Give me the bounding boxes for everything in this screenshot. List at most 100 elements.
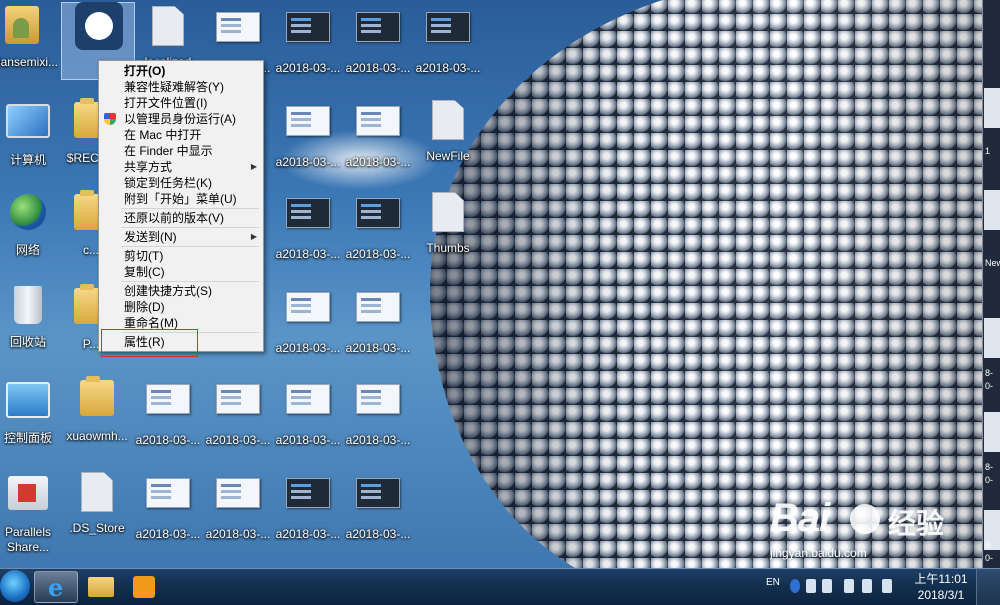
help-icon[interactable] — [790, 579, 800, 593]
desktop-icon-screenshot[interactable]: a2018-03-... — [272, 376, 344, 448]
language-indicator[interactable]: EN — [766, 577, 780, 588]
menu-item-delete[interactable]: 删除(D) — [99, 299, 263, 315]
watermark-url: jingyan.baidu.com — [770, 546, 867, 560]
desktop-icon-screenshot[interactable]: a2018-03-... — [342, 376, 414, 448]
image-thumbnail-icon — [356, 106, 400, 152]
desktop-icon-screenshot[interactable]: a2018-03-... — [202, 470, 274, 542]
desktop[interactable]: 1 New 8- 0- 8- 0- 8- 0- iansemixi... loc… — [0, 0, 1000, 568]
desktop-icon-screenshot[interactable]: a2018-03-... — [272, 190, 344, 262]
menu-separator — [121, 281, 259, 282]
icon-label: a2018-03-... — [205, 527, 271, 541]
context-menu[interactable]: 打开(O) 兼容性疑难解答(Y) 打开文件位置(I) 以管理员身份运行(A) 在… — [98, 60, 264, 352]
file-icon — [426, 192, 470, 238]
desktop-icon-screenshot[interactable]: a2018-03-... — [342, 98, 414, 170]
desktop-icon-newfile[interactable]: NewFile — [412, 98, 484, 164]
desktop-icon-selected-shortcut[interactable] — [61, 2, 133, 52]
image-thumbnail-icon — [286, 12, 330, 58]
file-icon — [146, 6, 190, 52]
media-player-taskbar-icon[interactable] — [124, 571, 166, 601]
parallels-icon — [6, 476, 50, 522]
desktop-icon-screenshot[interactable]: a2018-03-... — [272, 284, 344, 356]
file-icon — [75, 472, 119, 518]
icon-label: a2018-03-... — [345, 247, 411, 261]
image-thumbnail-icon — [216, 12, 260, 58]
desktop-icon-screenshot[interactable]: a2018-03-... — [132, 376, 204, 448]
volume-icon[interactable] — [882, 579, 892, 593]
desktop-icon-screenshot[interactable]: a2018-03-... — [342, 190, 414, 262]
show-desktop-button[interactable] — [976, 569, 1000, 605]
icon-label: iansemixi... — [0, 55, 58, 69]
file-explorer-taskbar-icon[interactable] — [80, 571, 122, 601]
flag-icon[interactable] — [822, 579, 832, 593]
menu-item-open-in-mac[interactable]: 在 Mac 中打开 — [99, 127, 263, 143]
menu-item-share-with[interactable]: 共享方式 ▶ — [99, 159, 263, 175]
menu-item-create-shortcut[interactable]: 创建快捷方式(S) — [99, 283, 263, 299]
icon-label: Thumbs — [426, 241, 470, 255]
folder-icon — [75, 376, 119, 426]
icon-label: a2018-03-... — [275, 155, 341, 169]
desktop-icon-screenshot[interactable]: a2018-03-... — [342, 284, 414, 356]
strip-text: 0- — [985, 553, 994, 563]
image-thumbnail-icon — [286, 292, 330, 338]
desktop-icon-user-folder[interactable]: iansemixi... — [0, 4, 58, 70]
menu-item-restore-previous-versions[interactable]: 还原以前的版本(V) — [99, 210, 263, 226]
desktop-icon-thumbs[interactable]: Thumbs — [412, 190, 484, 256]
system-tray[interactable]: EN — [766, 569, 916, 605]
icon-label: NewFile — [426, 149, 470, 163]
image-thumbnail-icon — [216, 478, 260, 524]
menu-item-send-to[interactable]: 发送到(N) ▶ — [99, 229, 263, 245]
menu-item-cut[interactable]: 剪切(T) — [99, 248, 263, 264]
strip-text: 0- — [985, 381, 994, 391]
taskbar[interactable]: EN 上午11:01 2018/3/1 — [0, 568, 1000, 605]
icon-label: a2018-03-... — [275, 433, 341, 447]
menu-separator — [121, 246, 259, 247]
strip-text: 0- — [985, 475, 994, 485]
image-thumbnail-icon — [426, 12, 470, 58]
strip-window-thumb — [984, 88, 1000, 128]
desktop-icon-screenshot[interactable]: a2018-03-... — [272, 470, 344, 542]
icon-label: a2018-03-... — [135, 527, 201, 541]
icon-label: a2018-03-... — [345, 155, 411, 169]
network-status-icon[interactable] — [862, 579, 872, 593]
image-thumbnail-icon — [356, 384, 400, 430]
desktop-icon-screenshot[interactable]: a2018-03-... — [132, 470, 204, 542]
image-thumbnail-icon — [356, 478, 400, 524]
image-thumbnail-icon — [286, 478, 330, 524]
menu-item-copy[interactable]: 复制(C) — [99, 264, 263, 280]
desktop-icon-screenshot[interactable]: a2018-03-... — [272, 98, 344, 170]
icon-label: xuaowmh... — [66, 429, 128, 443]
menu-item-open[interactable]: 打开(O) — [99, 63, 263, 79]
battery-icon[interactable] — [844, 579, 854, 593]
desktop-icon-parallels-shared[interactable]: Parallels Share... — [0, 470, 64, 555]
desktop-icon-screenshot[interactable]: a2018-03-... — [342, 4, 414, 76]
image-thumbnail-icon — [356, 198, 400, 244]
image-thumbnail-icon — [356, 292, 400, 338]
menu-item-show-in-finder[interactable]: 在 Finder 中显示 — [99, 143, 263, 159]
menu-item-compatibility-troubleshoot[interactable]: 兼容性疑难解答(Y) — [99, 79, 263, 95]
desktop-icon-screenshot[interactable]: a2018-03-... — [202, 376, 274, 448]
menu-item-pin-to-start[interactable]: 附到「开始」菜单(U) — [99, 191, 263, 207]
desktop-icon-screenshot[interactable]: a2018-03-... — [272, 4, 344, 76]
desktop-icon-control-panel[interactable]: 控制面板 — [0, 376, 64, 446]
icon-label: a2018-03-... — [345, 341, 411, 355]
image-thumbnail-icon — [286, 198, 330, 244]
internet-explorer-taskbar-icon[interactable] — [34, 571, 78, 603]
desktop-icon-ds-store[interactable]: .DS_Store — [61, 470, 133, 536]
keyboard-icon[interactable] — [806, 579, 816, 593]
strip-window-thumb — [984, 318, 1000, 358]
icon-label: a2018-03-... — [275, 61, 341, 75]
bear-app-icon — [75, 2, 123, 52]
icon-label: a2018-03-... — [345, 527, 411, 541]
desktop-icon-folder[interactable]: xuaowmh... — [61, 376, 133, 444]
menu-item-open-file-location[interactable]: 打开文件位置(I) — [99, 95, 263, 111]
menu-item-pin-to-taskbar[interactable]: 锁定到任务栏(K) — [99, 175, 263, 191]
strip-window-thumb — [984, 190, 1000, 230]
desktop-icon-screenshot[interactable]: a2018-03-... — [412, 4, 484, 76]
icon-label: a2018-03-... — [415, 61, 481, 75]
start-button[interactable] — [0, 570, 30, 602]
menu-item-run-as-admin[interactable]: 以管理员身份运行(A) — [99, 111, 263, 127]
icon-label: Parallels Share... — [4, 525, 52, 554]
strip-text: New — [985, 258, 1000, 268]
desktop-icon-screenshot[interactable]: a2018-03-... — [342, 470, 414, 542]
clock[interactable]: 上午11:01 2018/3/1 — [912, 571, 970, 603]
